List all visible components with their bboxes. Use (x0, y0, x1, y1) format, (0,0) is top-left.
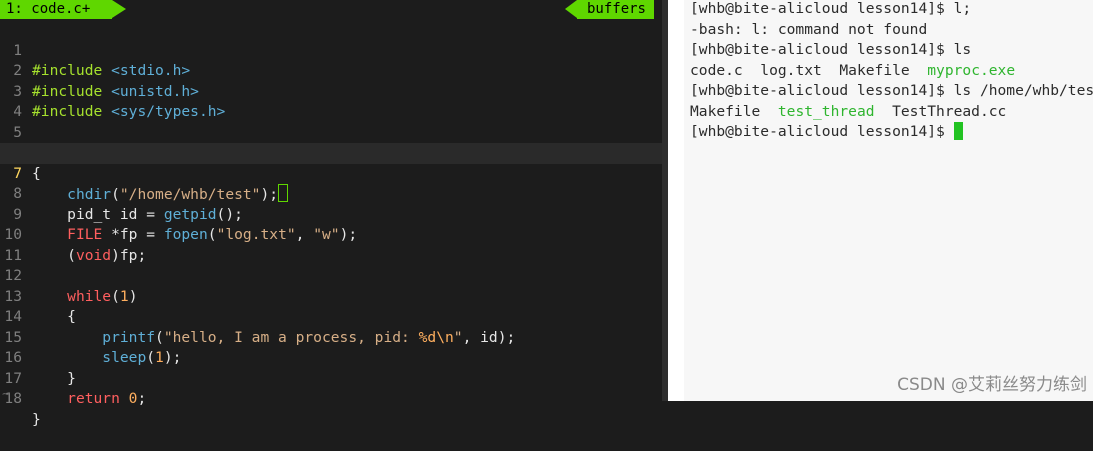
code-line: 4 (0, 82, 662, 120)
executable-file: myproc.exe (927, 61, 1016, 79)
vim-tabline: 1: code.c+ buffers (0, 0, 662, 19)
code-line: 5 int main() (0, 102, 662, 162)
code-lines[interactable]: 1 #include <stdio.h> 2 #include <unistd.… (0, 20, 662, 428)
code-line: 10 (void)fp; (0, 205, 662, 264)
terminal-line-ls-output: Makefile test_thread TestThread.cc (690, 102, 1007, 120)
code-line: 9 FILE *fp = fopen("log.txt", "w"); (0, 184, 662, 244)
end-of-buffer-marker: ~ (2, 387, 10, 402)
pane-gap (668, 0, 684, 401)
tab-arrow (112, 0, 126, 18)
code-line: 16 } (0, 328, 662, 387)
code-line-current: 7 chdir("/home/whb/test"); (0, 143, 662, 203)
terminal-line: [whb@bite-alicloud lesson14]$ ls (690, 41, 972, 58)
buffers-indicator: buffers (564, 0, 654, 19)
code-line: 11 (0, 225, 662, 264)
terminal-prompt-line[interactable]: [whb@bite-alicloud lesson14]$ (684, 122, 1093, 143)
terminal-pane[interactable]: [whb@bite-alicloud lesson14]$ l; -bash: … (684, 0, 1093, 401)
buffers-label: buffers (586, 1, 646, 17)
vim-editor[interactable]: 1: code.c+ buffers 1 #include <stdio.h> … (0, 0, 662, 428)
terminal-line: -bash: l: command not found (690, 20, 928, 38)
line-text: } (32, 410, 41, 428)
code-line: 15 sleep(1); (0, 307, 662, 367)
buffers-arrow (564, 0, 577, 18)
code-line: 12 while(1) (0, 246, 662, 305)
code-line: 8 pid_t id = getpid(); (0, 164, 662, 223)
code-line: 1 #include <stdio.h> (0, 20, 662, 80)
code-line: 18 } (0, 369, 662, 428)
code-line: 14 printf("hello, I am a process, pid: %… (0, 287, 662, 346)
code-line: 6 { (0, 123, 662, 182)
code-line: 3 #include <sys/types.h> (0, 61, 662, 121)
tab-code-c[interactable]: 1: code.c+ (0, 0, 112, 19)
watermark: CSDN @艾莉丝努力练剑 (897, 375, 1087, 395)
terminal-line: [whb@bite-alicloud lesson14]$ l; (690, 0, 972, 17)
terminal-line-ls-output: code.c log.txt Makefile myproc.exe (690, 61, 1016, 79)
executable-file: test_thread (777, 102, 875, 120)
code-line: 17 return 0; (0, 348, 662, 408)
terminal-line: [whb@bite-alicloud lesson14]$ ls /home/w… (690, 82, 1093, 99)
terminal-cursor (953, 122, 963, 140)
code-line: 2 #include <unistd.h> (0, 41, 662, 100)
code-line: 13 { (0, 266, 662, 326)
